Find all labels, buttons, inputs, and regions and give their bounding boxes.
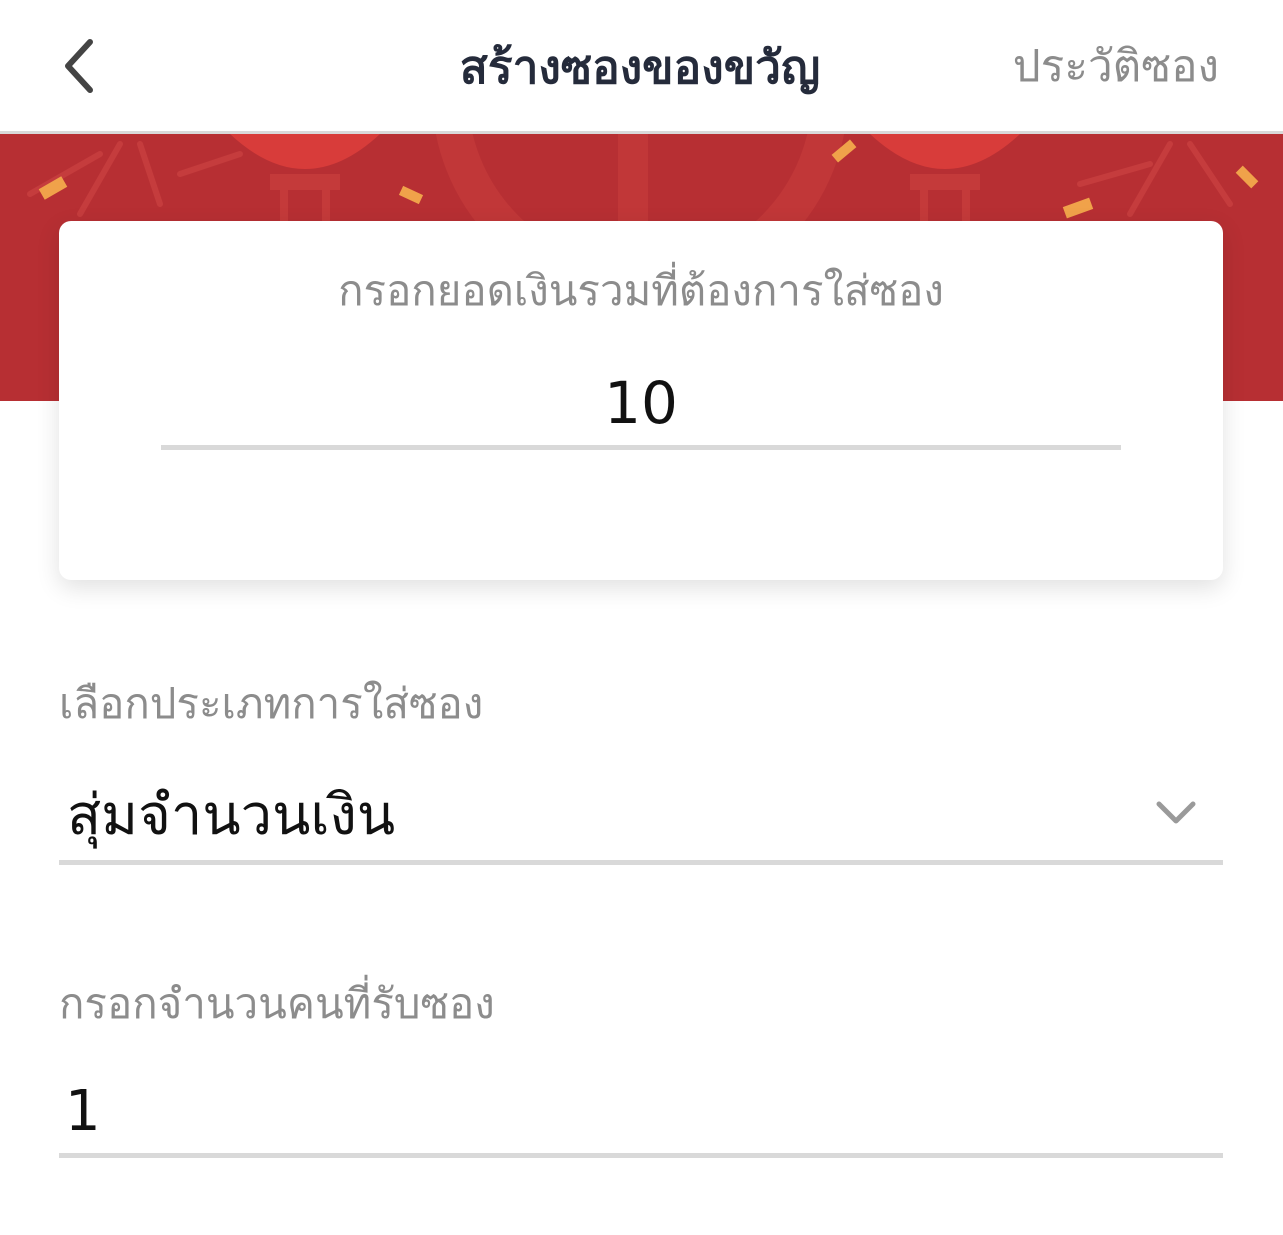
top-navigation-bar: สร้างซองของขวัญ ประวัติซอง bbox=[0, 0, 1283, 134]
chevron-left-icon bbox=[65, 39, 93, 93]
recipient-count-input[interactable] bbox=[59, 1070, 1223, 1158]
create-gift-envelope-screen: สร้างซองของขวัญ ประวัติซอง กรอกยอดเงินรว… bbox=[0, 0, 1283, 1235]
envelope-history-link[interactable]: ประวัติซอง bbox=[1013, 34, 1219, 100]
envelope-type-label: เลือกประเภทการใส่ซอง bbox=[59, 679, 484, 728]
back-button[interactable] bbox=[48, 28, 112, 104]
envelope-type-selected-value: สุ่มจำนวนเงิน bbox=[67, 783, 396, 848]
total-amount-input[interactable] bbox=[161, 361, 1121, 450]
total-amount-label: กรอกยอดเงินรวมที่ต้องการใส่ซอง bbox=[338, 266, 944, 315]
total-amount-card: กรอกยอดเงินรวมที่ต้องการใส่ซอง bbox=[59, 221, 1223, 580]
page-title: สร้างซองของขวัญ bbox=[459, 40, 821, 94]
recipient-count-label: กรอกจำนวนคนที่รับซอง bbox=[59, 979, 495, 1028]
chevron-down-icon bbox=[1156, 801, 1196, 824]
envelope-type-select[interactable]: สุ่มจำนวนเงิน bbox=[59, 760, 1223, 865]
